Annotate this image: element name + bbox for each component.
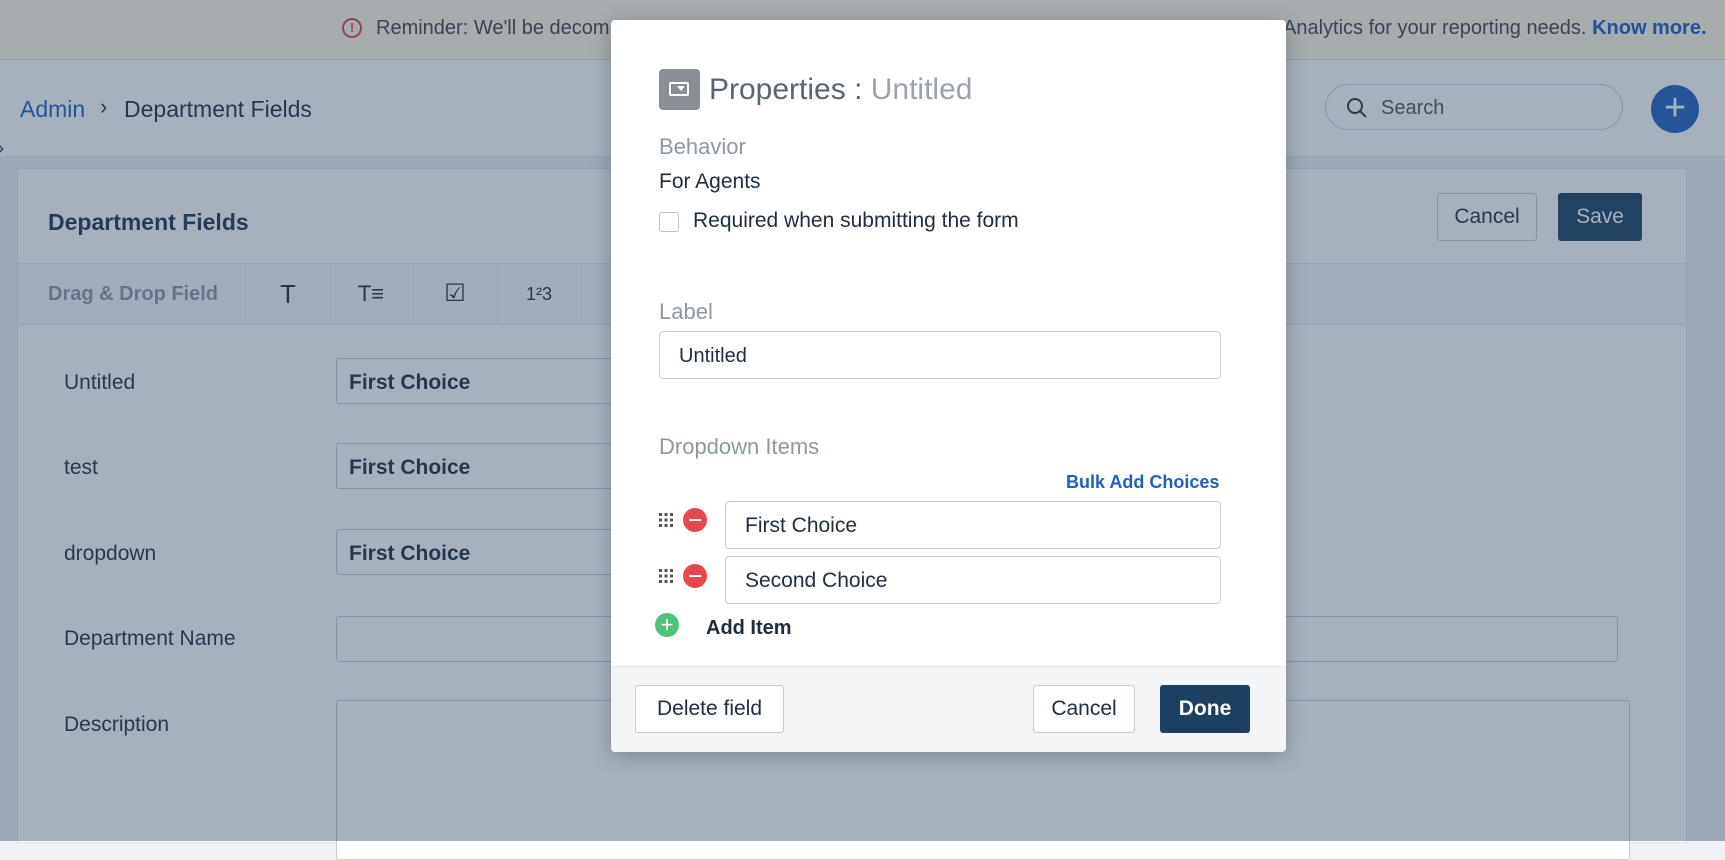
remove-item-icon[interactable] (683, 564, 707, 588)
modal-footer: Delete field Cancel Done (611, 666, 1286, 752)
drag-handle-icon[interactable] (658, 568, 674, 584)
for-agents-label: For Agents (659, 170, 761, 193)
bulk-add-choices-link[interactable]: Bulk Add Choices (1066, 472, 1219, 493)
dropdown-field-icon (659, 69, 700, 110)
required-checkbox-label[interactable]: Required when submitting the form (693, 209, 1019, 233)
modal-title: Properties : Untitled (709, 73, 973, 106)
label-heading: Label (659, 299, 713, 324)
remove-item-icon[interactable] (683, 508, 707, 532)
delete-field-button[interactable]: Delete field (635, 685, 784, 733)
label-input[interactable]: Untitled (659, 331, 1221, 379)
dropdown-item-input[interactable]: Second Choice (725, 556, 1221, 604)
page: ! Reminder: We'll be decom Analytics for… (0, 0, 1725, 860)
modal-subtitle: Untitled (870, 73, 973, 106)
add-item-button[interactable]: Add Item (706, 617, 792, 640)
required-checkbox[interactable] (659, 212, 679, 232)
dropdown-item-input[interactable]: First Choice (725, 501, 1221, 549)
add-item-icon[interactable]: + (655, 613, 679, 637)
modal-cancel-button[interactable]: Cancel (1033, 685, 1135, 733)
done-button[interactable]: Done (1160, 685, 1250, 733)
behavior-heading: Behavior (659, 134, 746, 159)
drag-handle-icon[interactable] (658, 512, 674, 528)
properties-modal: Properties : Untitled Behavior For Agent… (611, 20, 1286, 752)
dropdown-items-heading: Dropdown Items (659, 434, 820, 459)
